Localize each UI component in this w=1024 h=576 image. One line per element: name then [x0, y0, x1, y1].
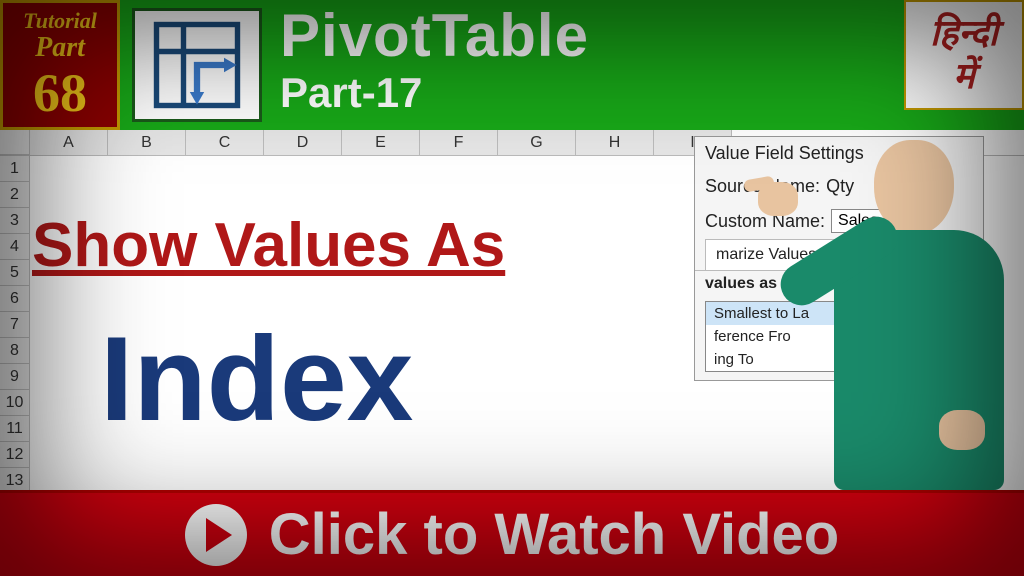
main-title: PivotTable	[280, 6, 589, 66]
col-header: A	[30, 130, 108, 155]
source-name-value: Qty	[826, 176, 854, 197]
title-block: PivotTable Part-17	[280, 6, 589, 114]
row-header: 4	[0, 234, 30, 260]
select-all-corner	[0, 130, 30, 155]
row-header: 11	[0, 416, 30, 442]
row-header: 10	[0, 390, 30, 416]
badge-line1: Tutorial	[23, 10, 97, 32]
row-header: 12	[0, 442, 30, 468]
badge-number: 68	[33, 66, 87, 120]
col-header: G	[498, 130, 576, 155]
tab-summarize[interactable]: marize Values By	[705, 239, 850, 270]
watch-video-cta[interactable]: Click to Watch Video	[0, 490, 1024, 576]
row-header: 6	[0, 286, 30, 312]
dialog-title: Value Field Settings	[695, 137, 983, 170]
row-header: 1	[0, 156, 30, 182]
play-icon	[185, 504, 247, 566]
custom-name-row: Custom Name:	[695, 203, 983, 239]
cta-label: Click to Watch Video	[269, 501, 839, 568]
row-header: 2	[0, 182, 30, 208]
tab-show-values[interactable]: Sho	[850, 239, 900, 270]
col-header: B	[108, 130, 186, 155]
values-as-listbox[interactable]: Smallest to La ference Fro ing To	[705, 301, 973, 372]
row-header: 3	[0, 208, 30, 234]
header-bar: Tutorial Part 68 PivotTable Part-17 हिन्…	[0, 0, 1024, 130]
col-header: D	[264, 130, 342, 155]
col-header: E	[342, 130, 420, 155]
row-header: 5	[0, 260, 30, 286]
index-heading: Index	[100, 310, 413, 448]
col-header: H	[576, 130, 654, 155]
show-values-as-heading: Show Values As	[32, 210, 505, 281]
hindi-badge: हिन्दी में	[904, 0, 1024, 110]
source-name-label: Source Name:	[705, 176, 820, 197]
list-item[interactable]: Smallest to La	[706, 302, 972, 325]
col-header: F	[420, 130, 498, 155]
source-name-row: Source Name: Qty	[695, 170, 983, 203]
dialog-tabs: marize Values By Sho	[695, 239, 983, 271]
row-header: 9	[0, 364, 30, 390]
sub-title: Part-17	[280, 72, 589, 114]
pivottable-icon	[132, 8, 262, 122]
badge-line2: Part	[35, 34, 85, 62]
custom-name-label: Custom Name:	[705, 211, 825, 232]
col-header: C	[186, 130, 264, 155]
value-field-settings-dialog: Value Field Settings Source Name: Qty Cu…	[694, 136, 984, 381]
hindi-line1: हिन्दी	[930, 12, 998, 55]
custom-name-input[interactable]	[831, 209, 901, 233]
show-values-caption: values as	[695, 271, 983, 297]
hindi-line2: में	[953, 55, 975, 98]
list-item[interactable]: ing To	[706, 348, 972, 371]
list-item[interactable]: ference Fro	[706, 325, 972, 348]
row-header: 7	[0, 312, 30, 338]
row-header: 8	[0, 338, 30, 364]
tutorial-part-badge: Tutorial Part 68	[0, 0, 120, 130]
